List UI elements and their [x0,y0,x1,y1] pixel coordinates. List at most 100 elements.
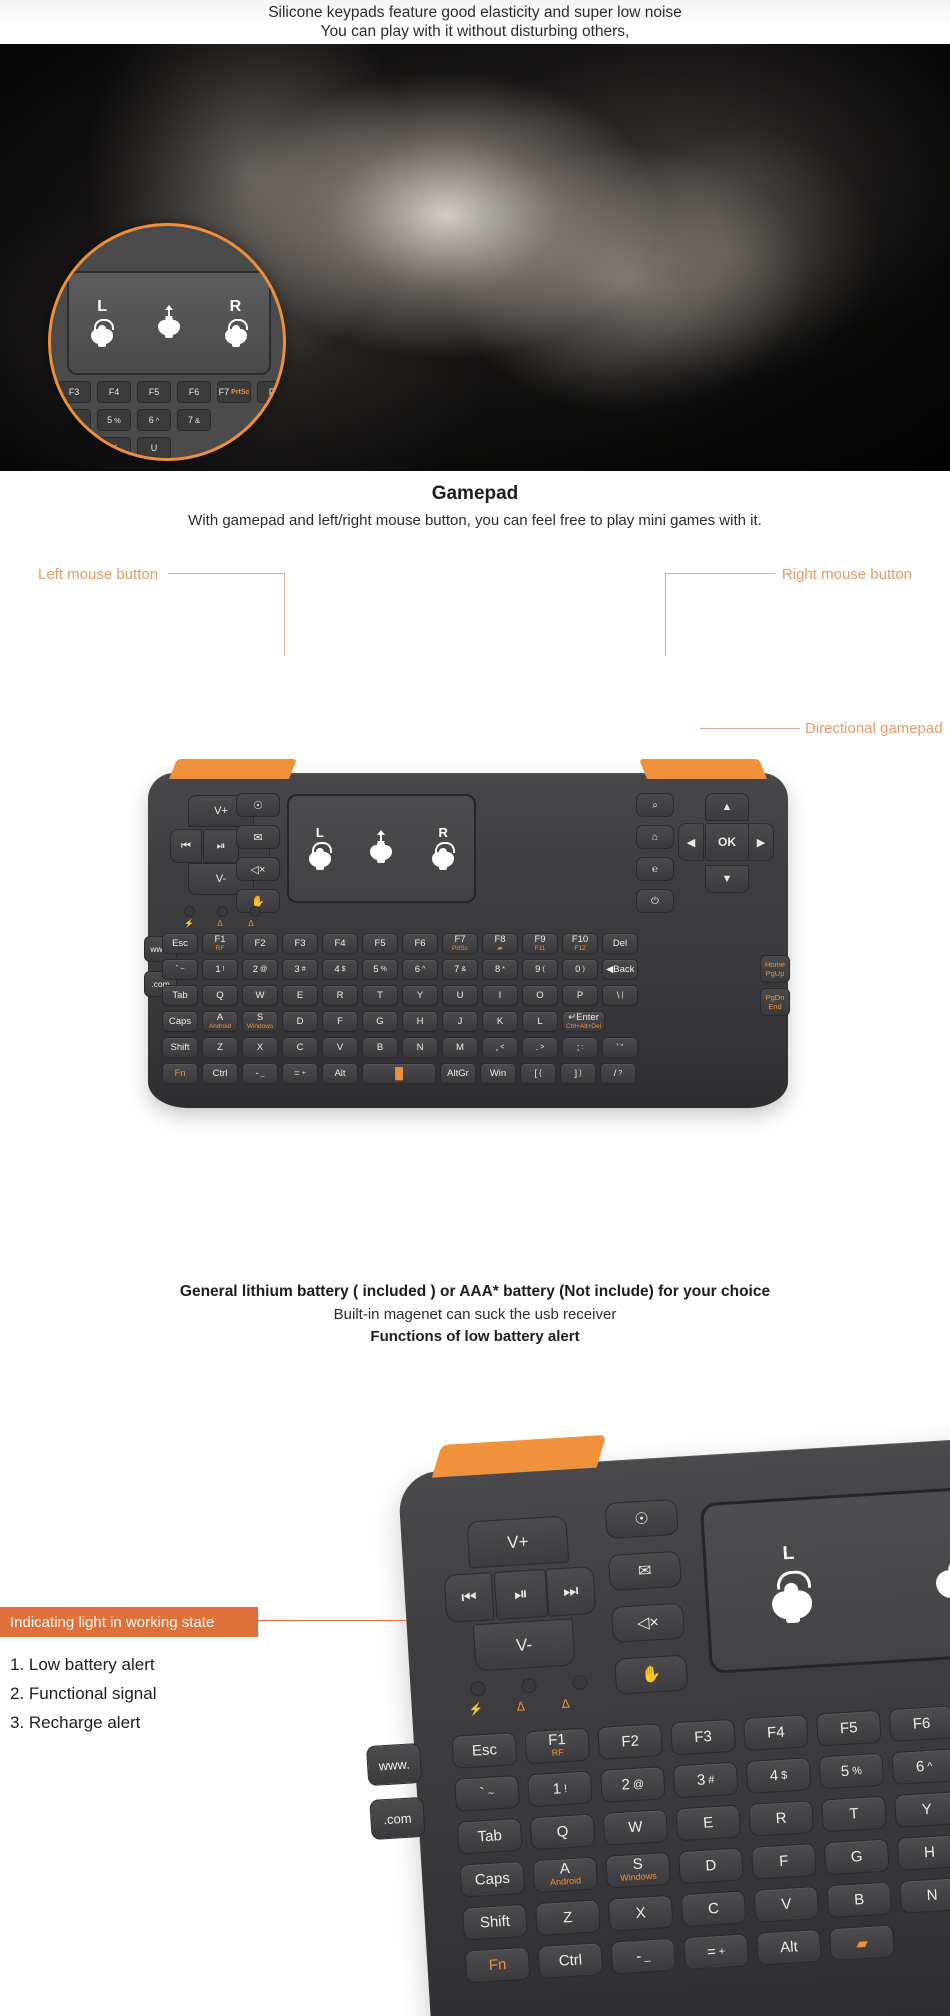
key-Y[interactable]: Y [402,985,438,1006]
touchpad-scroll-zone[interactable] [908,1540,950,1606]
key-F4[interactable]: F4 [742,1714,809,1752]
search-icon-button[interactable]: ⌕ [636,793,674,817]
key-[interactable]: . > [522,1037,558,1058]
key-[interactable]: █ [362,1063,436,1084]
touchpad-scroll-zone[interactable] [356,829,406,865]
hand-icon-button[interactable]: ✋ [614,1654,689,1695]
key-E[interactable]: E [675,1804,742,1842]
mail-icon-button[interactable]: ✉ [607,1550,682,1592]
key-G[interactable]: G [823,1838,890,1876]
dpad-ok-key[interactable]: OK [705,823,749,861]
home-pgup-key[interactable]: Home PgUp [760,955,790,983]
key-L[interactable]: L [522,1011,558,1032]
key-F[interactable]: F [750,1842,817,1880]
touchpad[interactable]: L [699,1482,950,1675]
key-F7[interactable]: F7 PrtSc [442,933,478,954]
browser-icon-button[interactable]: ℮ [636,857,674,881]
pgdn-end-key[interactable]: PgDn End [760,988,790,1016]
key-F2[interactable]: F2 [597,1723,664,1760]
key-F4[interactable]: F4 [322,933,358,954]
key-F3[interactable]: F3 [282,933,318,954]
key-[interactable]: ;: [562,1037,598,1058]
left-mouse-button-clip[interactable] [431,1434,607,1478]
key-[interactable]: \ | [602,985,638,1006]
key-W[interactable]: W [242,985,278,1006]
key-6[interactable]: 6 ^ [891,1748,950,1786]
key-K[interactable]: K [482,1011,518,1032]
dpad-down-key[interactable]: ▼ [705,865,749,893]
key-Q[interactable]: Q [202,985,238,1006]
dpad-up-key[interactable]: ▲ [705,793,749,821]
key-F5[interactable]: F5 [815,1709,882,1747]
touchpad-left-click-zone[interactable]: L [743,1540,838,1627]
key-C[interactable]: C [680,1890,747,1928]
key-W[interactable]: W [602,1808,669,1846]
touchpad[interactable]: L R [287,794,476,903]
key-Caps[interactable]: Caps [162,1011,198,1032]
key-T[interactable]: T [362,985,398,1006]
key-Fn[interactable]: Fn [464,1946,531,1984]
power-icon-button[interactable]: ☉ [604,1498,679,1540]
key-E[interactable]: E [282,985,318,1006]
dotcom-key[interactable]: .com [369,1796,426,1841]
key-P[interactable]: P [562,985,598,1006]
key-X[interactable]: X [242,1037,278,1058]
key-F[interactable]: F [322,1011,358,1032]
key-Shift[interactable]: Shift [162,1037,198,1058]
key-Back[interactable]: ◀Back [602,959,639,980]
key-[interactable]: = + [282,1063,318,1084]
key-H[interactable]: H [896,1834,950,1871]
key-F9[interactable]: F9 F11 [522,933,558,954]
power-toggle-button[interactable]: ⏻ [636,889,674,913]
previous-track-key[interactable]: ⏮ [170,829,202,863]
mute-icon-button[interactable]: ◁× [236,857,280,881]
key-Esc[interactable]: Esc [162,933,198,954]
play-pause-key[interactable]: ⏯ [493,1568,549,1620]
key-F3[interactable]: F3 [670,1718,736,1756]
key-F10[interactable]: F10 F12 [562,933,598,954]
home-icon-button[interactable]: ⌂ [636,825,674,849]
left-mouse-button-clip[interactable] [168,759,298,779]
key-S[interactable]: S Windows [605,1851,671,1889]
key-R[interactable]: R [322,985,358,1006]
key-N[interactable]: N [402,1037,438,1058]
key-F1[interactable]: F1 RF [524,1727,591,1765]
key-Enter[interactable]: ↵Enter Ctrl+Alt+Del [562,1011,606,1032]
key-[interactable]: [{ [520,1063,556,1084]
key-Ctrl[interactable]: Ctrl [202,1063,238,1084]
key-Z[interactable]: Z [534,1899,601,1937]
key-Tab[interactable]: Tab [456,1817,523,1855]
key-0[interactable]: 0) [562,959,598,980]
key-1[interactable]: 1! [526,1770,593,1808]
key-Ctrl[interactable]: Ctrl [537,1942,604,1980]
key-9[interactable]: 9( [522,959,558,980]
dpad-left-key[interactable]: ◀ [678,823,704,861]
key-[interactable]: ▰ [828,1924,895,1962]
play-pause-key[interactable]: ⏯ [203,829,239,863]
key-F8[interactable]: F8 ▰ [482,933,518,954]
key-5[interactable]: 5% [362,959,398,980]
key-[interactable]: , < [482,1037,518,1058]
key-O[interactable]: O [522,985,558,1006]
key-X[interactable]: X [607,1894,674,1932]
touchpad-right-click-zone[interactable]: R [418,825,468,872]
key-A[interactable]: A Android [202,1011,238,1032]
volume-up-key[interactable]: V+ [466,1515,570,1569]
key-Esc[interactable]: Esc [451,1732,518,1769]
right-mouse-button-clip[interactable] [638,759,768,779]
key-F2[interactable]: F2 [242,933,278,954]
key-U[interactable]: U [442,985,478,1006]
key-[interactable]: /? [600,1063,636,1084]
key-2[interactable]: 2 @ [242,959,278,980]
key-2[interactable]: 2 @ [599,1766,666,1803]
key-[interactable]: ]} [560,1063,596,1084]
key-H[interactable]: H [402,1011,438,1032]
key-N[interactable]: N [899,1876,950,1914]
next-track-key[interactable]: ⏭ [545,1565,597,1617]
key-3[interactable]: 3 # [282,959,318,980]
touchpad-left-click-zone[interactable]: L [295,825,345,872]
key-M[interactable]: M [442,1037,478,1058]
key-6[interactable]: 6 ^ [402,959,438,980]
key-S[interactable]: S Windows [242,1011,278,1032]
mute-icon-button[interactable]: ◁× [610,1602,685,1643]
